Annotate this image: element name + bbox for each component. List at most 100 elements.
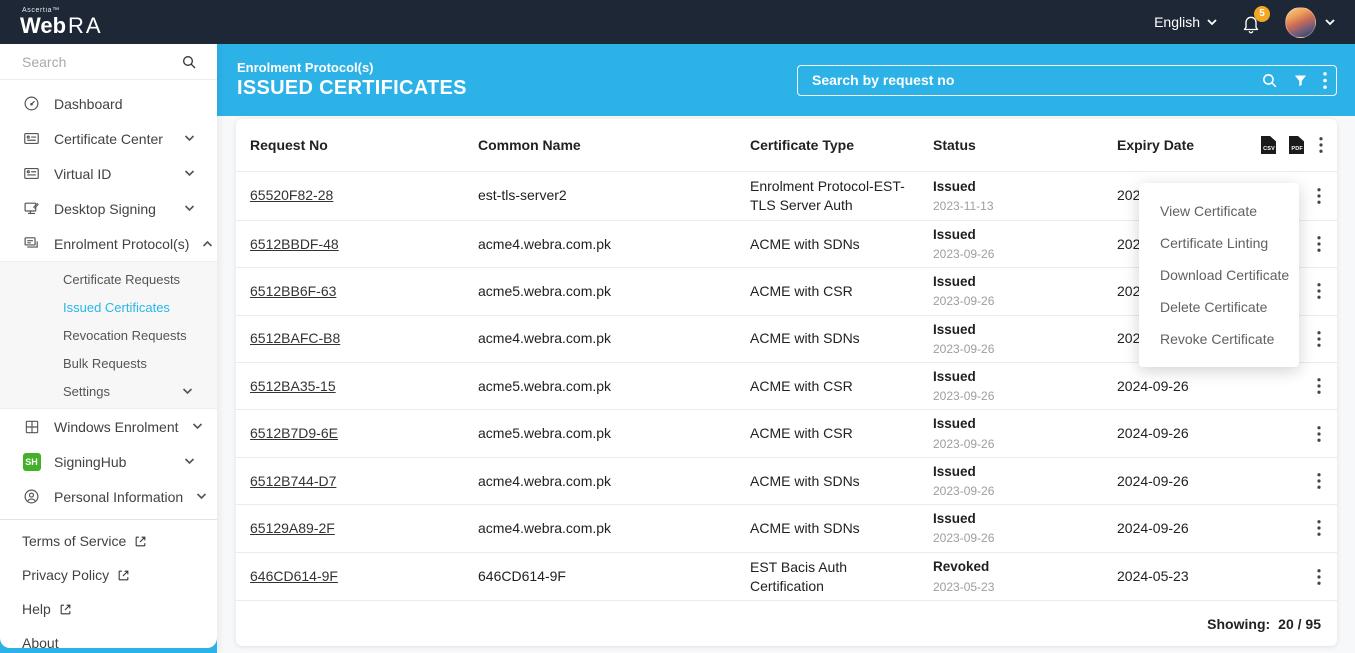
context-menu-item[interactable]: Revoke Certificate	[1139, 323, 1299, 355]
row-kebab-menu-icon[interactable]	[1315, 327, 1323, 351]
context-menu-item[interactable]: Delete Certificate	[1139, 291, 1299, 323]
row-kebab-menu-icon[interactable]	[1315, 232, 1323, 256]
request-no-link[interactable]: 65129A89-2F	[250, 520, 335, 536]
sidebar-item-virtual-id[interactable]: Virtual ID	[0, 156, 217, 191]
kebab-menu-icon[interactable]	[1323, 72, 1327, 89]
certificate-type-cell: ACME with SDNs	[750, 329, 933, 348]
search-icon[interactable]	[181, 54, 197, 70]
sidebar-item-label: Enrolment Protocol(s)	[54, 236, 189, 252]
status-cell: Issued 2023-09-26	[933, 510, 1117, 546]
common-name-cell: acme4.webra.com.pk	[478, 519, 750, 538]
brand-web-label: Web	[20, 13, 66, 38]
context-menu-item[interactable]: View Certificate	[1139, 195, 1299, 227]
sidebar-item-personal-information[interactable]: Personal Information	[0, 479, 217, 514]
sidebar-menu: Dashboard Certificate Center	[0, 80, 217, 648]
language-selector[interactable]: English	[1154, 14, 1217, 30]
request-no-link[interactable]: 6512B744-D7	[250, 473, 336, 489]
request-no-link[interactable]: 65520F82-28	[250, 187, 333, 203]
row-kebab-menu-icon[interactable]	[1315, 184, 1323, 208]
common-name-cell: acme5.webra.com.pk	[478, 282, 750, 301]
sidebar-item-revocation-requests[interactable]: Revocation Requests	[0, 321, 217, 349]
table-search-input[interactable]	[797, 65, 1337, 96]
request-no-link[interactable]: 6512BBDF-48	[250, 236, 339, 252]
request-no-link[interactable]: 6512BA35-15	[250, 378, 336, 394]
brand-logo: Ascertia™ WebRA	[20, 7, 103, 37]
footer-link-label: About	[22, 635, 59, 648]
terms-of-service-link[interactable]: Terms of Service	[0, 524, 217, 558]
certificate-type-cell: Enrolment Protocol-EST-TLS Server Auth	[750, 177, 933, 215]
main-content: Enrolment Protocol(s) ISSUED CERTIFICATE…	[217, 44, 1355, 653]
avatar	[1285, 7, 1316, 38]
external-link-icon	[59, 603, 72, 616]
status-date: 2023-11-13	[933, 198, 1107, 214]
sidebar-item-dashboard[interactable]: Dashboard	[0, 86, 217, 121]
chevron-down-icon	[184, 458, 195, 465]
expiry-date-cell: 2024-09-26	[1117, 472, 1259, 491]
request-no-link[interactable]: 646CD614-9F	[250, 568, 338, 584]
sidebar-item-label: Virtual ID	[54, 166, 171, 182]
status-value: Revoked	[933, 558, 1107, 576]
sidebar-item-certificate-center[interactable]: Certificate Center	[0, 121, 217, 156]
status-cell: Revoked 2023-05-23	[933, 558, 1117, 594]
status-date: 2023-09-26	[933, 341, 1107, 357]
privacy-policy-link[interactable]: Privacy Policy	[0, 558, 217, 592]
notifications-button[interactable]: 5	[1241, 13, 1261, 35]
certificate-type-cell: EST Bacis Auth Certification	[750, 558, 933, 596]
export-pdf-icon[interactable]: PDF	[1289, 136, 1304, 154]
brand-ra-label: RA	[68, 13, 103, 38]
sidebar-item-signinghub[interactable]: SH SigningHub	[0, 444, 217, 479]
column-header-common-name: Common Name	[478, 137, 750, 153]
status-value: Issued	[933, 510, 1107, 528]
breadcrumb: Enrolment Protocol(s)	[237, 60, 467, 75]
page-title: ISSUED CERTIFICATES	[237, 77, 467, 100]
row-context-menu: View Certificate Certificate Linting Dow…	[1139, 183, 1299, 367]
sidebar-item-certificate-requests[interactable]: Certificate Requests	[0, 265, 217, 293]
status-date: 2023-09-26	[933, 388, 1107, 404]
table-kebab-menu-icon[interactable]	[1317, 137, 1323, 153]
row-kebab-menu-icon[interactable]	[1315, 279, 1323, 303]
user-menu[interactable]	[1285, 7, 1335, 38]
status-cell: Issued 2023-09-26	[933, 321, 1117, 357]
showing-label: Showing:	[1207, 616, 1270, 632]
sidebar-item-settings[interactable]: Settings	[0, 377, 217, 405]
row-kebab-menu-icon[interactable]	[1315, 422, 1323, 446]
status-date: 2023-09-26	[933, 436, 1107, 452]
sidebar-item-bulk-requests[interactable]: Bulk Requests	[0, 349, 217, 377]
sidebar-item-desktop-signing[interactable]: Desktop Signing	[0, 191, 217, 226]
export-csv-icon[interactable]: CSV	[1261, 136, 1276, 154]
help-link[interactable]: Help	[0, 592, 217, 626]
common-name-cell: acme4.webra.com.pk	[478, 235, 750, 254]
row-kebab-menu-icon[interactable]	[1315, 469, 1323, 493]
about-link[interactable]: About	[0, 626, 217, 648]
sidebar-item-windows-enrolment[interactable]: Windows Enrolment	[0, 409, 217, 444]
table-footer: Showing: 20 / 95	[236, 600, 1337, 646]
status-cell: Issued 2023-09-26	[933, 226, 1117, 262]
language-label: English	[1154, 14, 1200, 30]
context-menu-item[interactable]: Download Certificate	[1139, 259, 1299, 291]
table-row: 6512B7D9-6E acme5.webra.com.pk ACME with…	[236, 409, 1337, 456]
search-icon[interactable]	[1261, 72, 1278, 89]
dashboard-icon	[22, 95, 41, 112]
submenu-item-label: Settings	[63, 384, 110, 399]
sidebar-search-input[interactable]	[20, 53, 160, 71]
request-no-link[interactable]: 6512B7D9-6E	[250, 425, 338, 441]
person-icon	[22, 488, 41, 505]
column-header-request-no: Request No	[250, 137, 478, 153]
sidebar-item-issued-certificates[interactable]: Issued Certificates	[0, 293, 217, 321]
context-menu-item[interactable]: Certificate Linting	[1139, 227, 1299, 259]
sidebar-item-enrolment-protocols[interactable]: Enrolment Protocol(s)	[0, 226, 217, 261]
status-cell: Issued 2023-09-26	[933, 463, 1117, 499]
enrolment-protocols-icon	[22, 235, 41, 252]
external-link-icon	[117, 569, 130, 582]
request-no-link[interactable]: 6512BB6F-63	[250, 283, 336, 299]
request-no-link[interactable]: 6512BAFC-B8	[250, 330, 340, 346]
row-kebab-menu-icon[interactable]	[1315, 516, 1323, 540]
certificate-type-cell: ACME with CSR	[750, 424, 933, 443]
column-header-expiry-date: Expiry Date	[1117, 137, 1259, 153]
filter-icon[interactable]	[1293, 73, 1308, 88]
chevron-down-icon	[196, 493, 207, 500]
table-row: 65129A89-2F acme4.webra.com.pk ACME with…	[236, 504, 1337, 551]
row-kebab-menu-icon[interactable]	[1315, 565, 1323, 589]
sidebar-item-label: Windows Enrolment	[54, 419, 179, 435]
row-kebab-menu-icon[interactable]	[1315, 374, 1323, 398]
